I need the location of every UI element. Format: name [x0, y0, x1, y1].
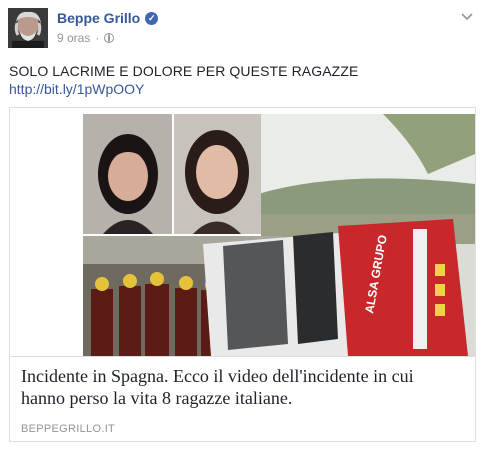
link-preview-domain: BEPPEGRILLO.IT: [21, 423, 116, 435]
link-preview-image[interactable]: ALSA GRUPO: [83, 114, 475, 356]
author-name-row: Beppe Grillo ✓: [57, 10, 159, 26]
link-preview-body[interactable]: Incidente in Spagna. Ecco il video dell'…: [10, 356, 475, 441]
post-meta: 9 oras ·: [57, 31, 115, 45]
avatar-photo: [8, 8, 48, 48]
preview-collage: ALSA GRUPO: [83, 114, 475, 356]
post-timestamp[interactable]: 9 oras: [57, 31, 90, 45]
link-preview-title[interactable]: Incidente in Spagna. Ecco il video dell'…: [21, 365, 461, 409]
link-preview-card[interactable]: ALSA GRUPO Incidente in Spagna. Ecco il …: [9, 107, 476, 442]
meta-separator: ·: [95, 31, 100, 45]
author-avatar[interactable]: [8, 8, 48, 48]
post-link[interactable]: http://bit.ly/1pWpOOY: [9, 81, 144, 97]
chevron-down-icon[interactable]: [460, 10, 474, 24]
feed-post: Beppe Grillo ✓ 9 oras · SOLO LACRIME E D…: [0, 0, 484, 450]
verified-badge-icon: ✓: [145, 11, 159, 25]
author-name[interactable]: Beppe Grillo: [57, 10, 140, 26]
post-message: SOLO LACRIME E DOLORE PER QUESTE RAGAZZE: [9, 63, 359, 79]
globe-icon[interactable]: [104, 33, 115, 43]
